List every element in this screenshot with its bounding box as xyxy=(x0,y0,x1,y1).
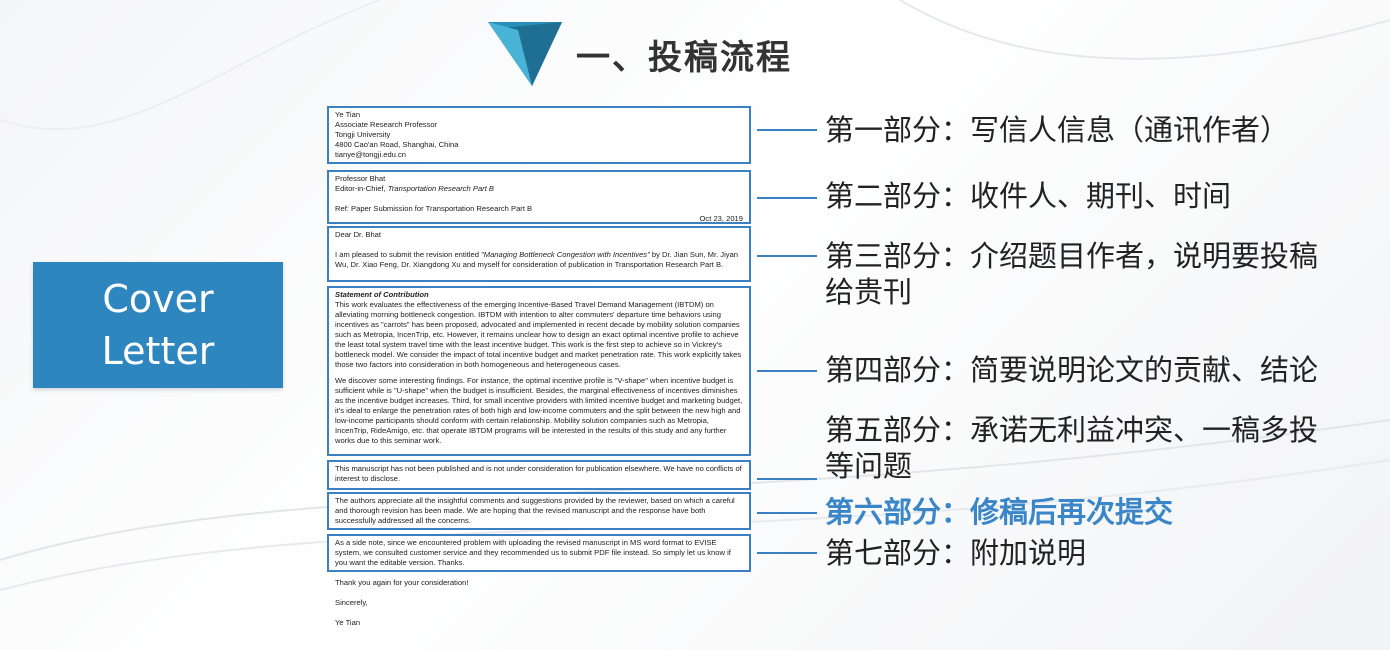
letter-section-intro: Dear Dr. Bhat I am pleased to submit the… xyxy=(327,226,751,282)
part-label-3: 第三部分：介绍题目作者，说明要投稿 xyxy=(825,239,1319,273)
recipient-name: Professor Bhat xyxy=(335,174,386,183)
sender-line: Associate Research Professor xyxy=(335,120,438,129)
sender-line: tianye@tongji.edu.cn xyxy=(335,150,407,159)
closing-line: Sincerely, xyxy=(335,598,368,607)
sender-line: Ye Tian xyxy=(335,110,361,119)
contribution-paragraph-2: We discover some interesting findings. F… xyxy=(335,376,743,445)
intro-paragraph: I am pleased to submit the revision enti… xyxy=(335,250,739,269)
part-label-6: 第六部分：修稿后再次提交 xyxy=(825,495,1174,529)
connector-line xyxy=(757,197,817,199)
cover-label-line2: Letter xyxy=(101,329,215,373)
connector-line xyxy=(757,478,817,480)
signature-line: Ye Tian xyxy=(335,618,361,627)
no-conflict-statement: This manuscript has not been published a… xyxy=(335,464,742,483)
letter-section-contribution: Statement of Contribution This work eval… xyxy=(327,286,751,456)
part-label-5-cont: 等问题 xyxy=(825,449,913,483)
part-label-7: 第七部分：附加说明 xyxy=(825,536,1087,570)
connector-line xyxy=(757,370,817,372)
part-label-1: 第一部分：写信人信息（通讯作者） xyxy=(825,113,1290,147)
triangle-logo-icon xyxy=(488,22,562,86)
letter-section-revision: The authors appreciate all the insightfu… xyxy=(327,492,751,530)
reference-line: Ref: Paper Submission for Transportation… xyxy=(335,204,533,213)
revision-statement: The authors appreciate all the insightfu… xyxy=(335,496,735,525)
cover-letter-badge: Cover Letter xyxy=(33,262,283,388)
contribution-heading: Statement of Contribution xyxy=(335,290,429,299)
connector-line xyxy=(757,552,817,554)
contribution-paragraph-1: This work evaluates the effectiveness of… xyxy=(335,300,742,369)
sender-line: Tongji University xyxy=(335,130,391,139)
letter-section-recipient: Professor Bhat Editor-in-Chief, Transpor… xyxy=(327,170,751,224)
part-label-5: 第五部分：承诺无利益冲突、一稿多投 xyxy=(825,413,1319,447)
salutation: Dear Dr. Bhat xyxy=(335,230,382,239)
connector-line xyxy=(757,129,817,131)
recipient-role: Editor-in-Chief, Transportation Research… xyxy=(335,184,494,193)
part-label-2: 第二部分：收件人、期刊、时间 xyxy=(825,179,1232,213)
letter-section-sender: Ye Tian Associate Research Professor Ton… xyxy=(327,106,751,164)
connector-line xyxy=(757,512,817,514)
letter-section-conflict: This manuscript has not been published a… xyxy=(327,460,751,490)
thanks-line: Thank you again for your consideration! xyxy=(335,578,469,587)
slide-title: 一、投稿流程 xyxy=(576,38,792,78)
connector-line xyxy=(757,255,817,257)
cover-label-line1: Cover xyxy=(102,277,214,321)
letter-date: Oct 23, 2019 xyxy=(699,214,743,223)
side-note: As a side note, since we encountered pro… xyxy=(335,538,731,567)
letter-section-side-note: As a side note, since we encountered pro… xyxy=(327,534,751,572)
sender-line: 4800 Cao'an Road, Shanghai, China xyxy=(335,140,459,149)
part-label-4: 第四部分：简要说明论文的贡献、结论 xyxy=(825,353,1319,387)
part-label-3-cont: 给贵刊 xyxy=(825,275,913,309)
cover-letter-document: Ye Tian Associate Research Professor Ton… xyxy=(327,100,757,640)
